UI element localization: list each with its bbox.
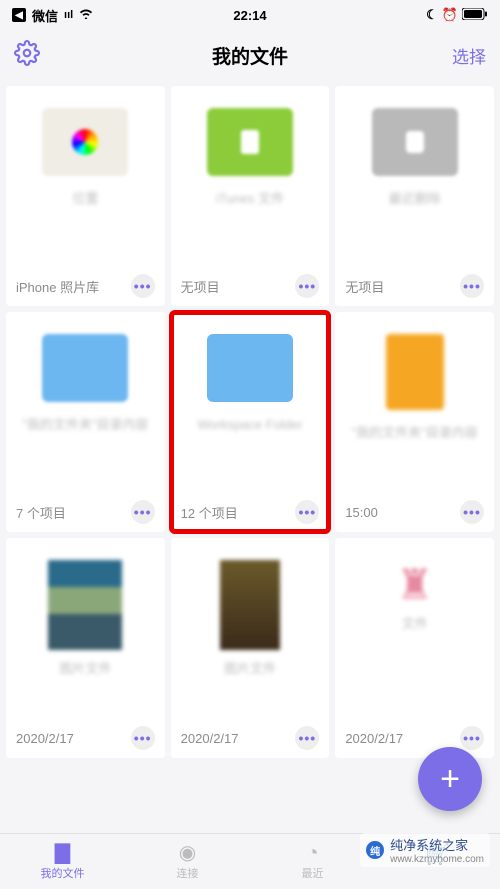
file-card[interactable]: ♜ 文件 2020/2/17 ••• <box>335 538 494 758</box>
tab-my-files[interactable]: ▇ 我的文件 <box>0 834 125 889</box>
tab-label: 连接 <box>177 865 199 881</box>
select-button[interactable]: 选择 <box>426 43 486 68</box>
wifi-icon <box>79 8 93 22</box>
more-button[interactable]: ••• <box>131 274 155 298</box>
more-button[interactable]: ••• <box>460 500 484 524</box>
status-time: 22:14 <box>171 8 330 23</box>
page-title: 我的文件 <box>74 42 426 69</box>
folder-card[interactable]: iTunes 文件 无项目 ••• <box>171 86 330 306</box>
card-footer-text: 7 个项目 <box>16 503 66 522</box>
card-label: 文件 <box>396 615 434 633</box>
card-footer-text: 无项目 <box>345 277 384 296</box>
card-label: Workspace Folder <box>191 416 308 434</box>
more-button[interactable]: ••• <box>131 500 155 524</box>
folder-card-highlighted[interactable]: Workspace Folder 12 个项目 ••• <box>171 312 330 532</box>
more-button[interactable]: ••• <box>295 274 319 298</box>
moon-icon: ☾ <box>426 7 438 23</box>
watermark-logo-icon: 纯 <box>366 841 384 859</box>
watermark-url: www.kzmyhome.com <box>390 854 484 865</box>
document-icon <box>386 334 444 410</box>
back-to-app-icon[interactable]: ◀ <box>12 8 26 22</box>
card-label: "我的文件夹"目录内容 <box>16 416 154 434</box>
more-button[interactable]: ••• <box>295 726 319 750</box>
status-app-name: 微信 <box>32 6 58 25</box>
tab-label: 最近 <box>302 865 324 881</box>
tab-connect[interactable]: ◉ 连接 <box>125 834 250 889</box>
clock-icon: ◔ <box>306 843 318 863</box>
app-icon: ♜ <box>396 560 434 609</box>
tab-recent[interactable]: ◔ 最近 <box>250 834 375 889</box>
folder-icon <box>372 108 458 176</box>
wifi-icon: ◉ <box>179 843 196 863</box>
card-label: iTunes 文件 <box>210 190 290 208</box>
folder-icon <box>42 334 128 402</box>
folder-icon <box>207 108 293 176</box>
folder-card[interactable]: 最近删除 无项目 ••• <box>335 86 494 306</box>
card-footer-text: 12 个项目 <box>181 503 238 522</box>
settings-button[interactable] <box>14 53 40 70</box>
file-card[interactable]: "我的文件夹"目录内容 15:00 ••• <box>335 312 494 532</box>
watermark: 纯 纯净系统之家 www.kzmyhome.com <box>360 833 490 867</box>
card-footer-text: 无项目 <box>181 277 220 296</box>
card-footer-text: 2020/2/17 <box>345 731 403 746</box>
image-thumbnail <box>48 560 122 650</box>
card-label: 最近删除 <box>383 190 447 208</box>
tab-label: 我的文件 <box>41 865 85 881</box>
folder-icon <box>42 108 128 176</box>
card-label: 位置 <box>66 190 104 208</box>
more-button[interactable]: ••• <box>131 726 155 750</box>
file-grid: 位置 iPhone 照片库 ••• iTunes 文件 无项目 ••• 最近删除… <box>0 80 500 764</box>
image-thumbnail <box>220 560 280 650</box>
card-label: 图片文件 <box>53 660 117 678</box>
alarm-icon: ⏰ <box>442 7 458 23</box>
card-footer-text: 15:00 <box>345 505 378 520</box>
watermark-title: 纯净系统之家 <box>390 838 468 853</box>
card-footer-text: 2020/2/17 <box>181 731 239 746</box>
image-card[interactable]: 图片文件 2020/2/17 ••• <box>6 538 165 758</box>
plus-icon: + <box>440 760 460 799</box>
card-label: 图片文件 <box>218 660 282 678</box>
folder-icon: ▇ <box>55 843 70 863</box>
card-label: "我的文件夹"目录内容 <box>346 424 484 442</box>
folder-card[interactable]: 位置 iPhone 照片库 ••• <box>6 86 165 306</box>
image-card[interactable]: 图片文件 2020/2/17 ••• <box>171 538 330 758</box>
add-button[interactable]: + <box>418 747 482 811</box>
navigation-bar: 我的文件 选择 <box>0 30 500 80</box>
signal-icon: ııl <box>64 9 73 21</box>
card-footer-text: 2020/2/17 <box>16 731 74 746</box>
folder-icon <box>207 334 293 402</box>
more-button[interactable]: ••• <box>460 274 484 298</box>
status-bar: ◀ 微信 ııl 22:14 ☾ ⏰ <box>0 0 500 30</box>
folder-card[interactable]: "我的文件夹"目录内容 7 个项目 ••• <box>6 312 165 532</box>
more-button[interactable]: ••• <box>295 500 319 524</box>
more-button[interactable]: ••• <box>460 726 484 750</box>
card-footer-text: iPhone 照片库 <box>16 277 99 296</box>
battery-icon <box>462 8 488 23</box>
tab-label <box>436 867 439 879</box>
